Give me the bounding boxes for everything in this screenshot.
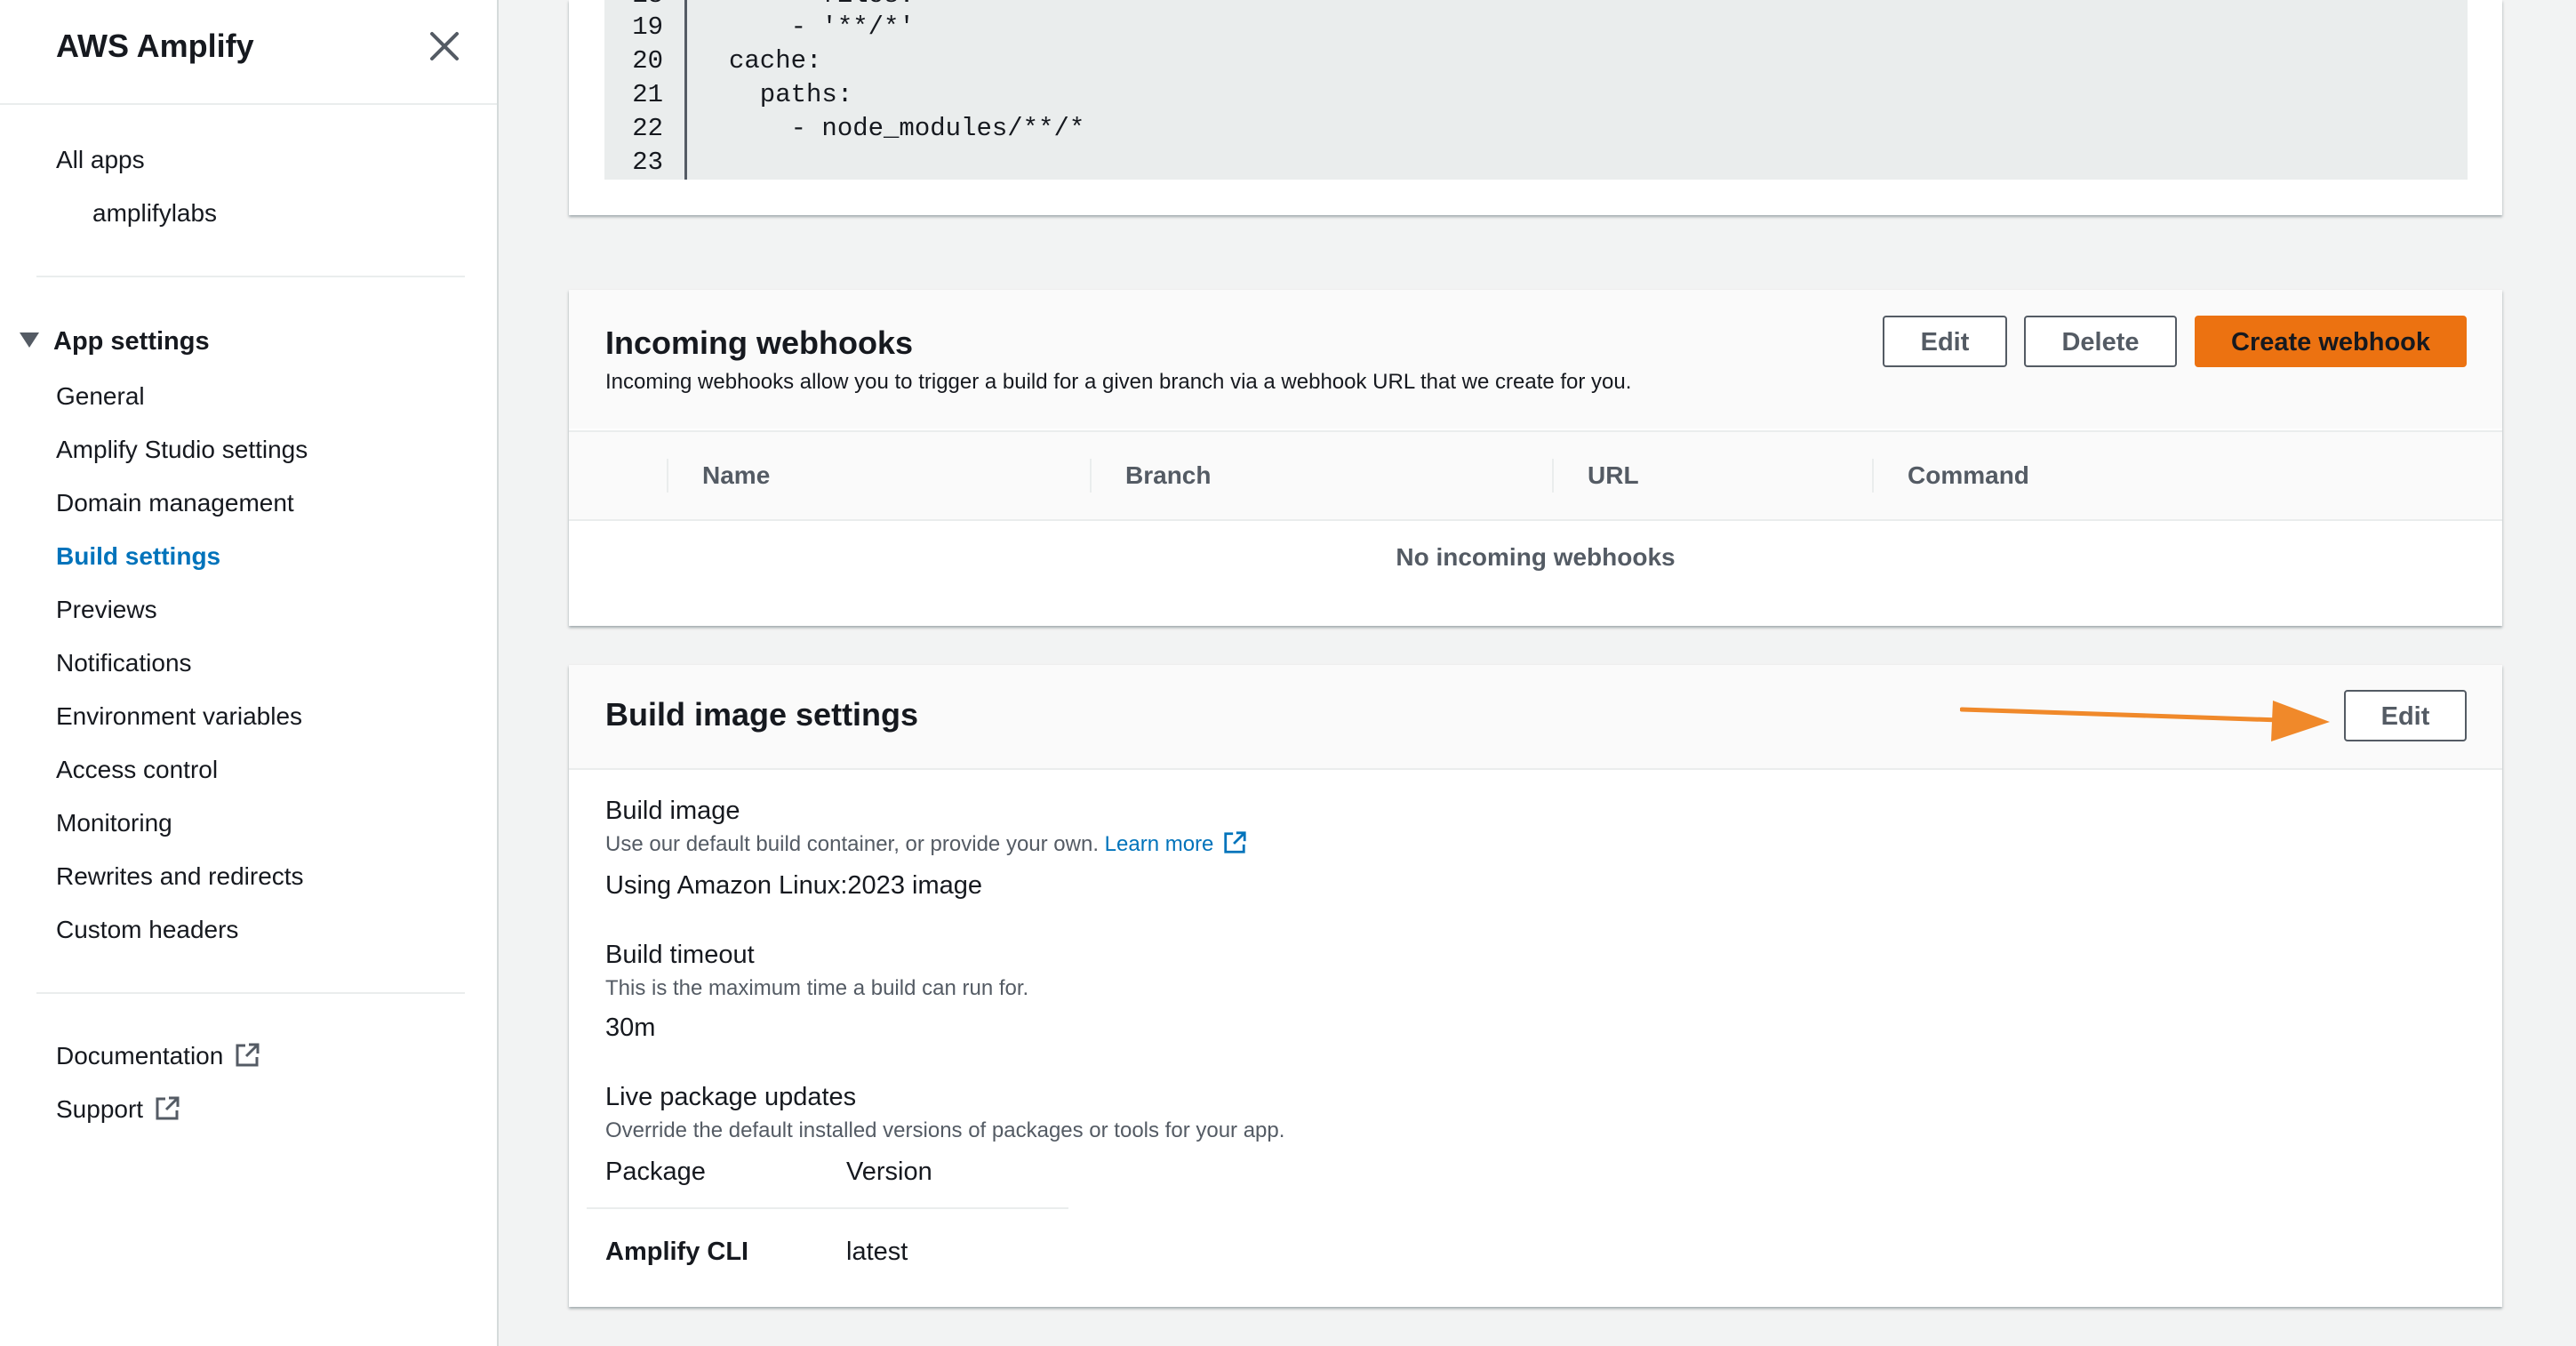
build-image-settings-panel: Build image settings Edit Build image Us… (569, 665, 2502, 1307)
column-header-branch[interactable]: Branch (1125, 432, 1211, 519)
documentation-label: Documentation (56, 1042, 224, 1070)
table-divider (587, 1207, 1068, 1209)
line-number: 20 (632, 46, 663, 76)
caret-down-icon (20, 332, 39, 348)
close-icon[interactable] (423, 25, 466, 68)
package-version: latest (846, 1238, 908, 1266)
external-link-icon (236, 1043, 260, 1067)
line-number: 21 (632, 80, 663, 109)
webhooks-description: Incoming webhooks allow you to trigger a… (605, 370, 1632, 394)
live-package-updates-description: Override the default installed versions … (605, 1118, 1285, 1142)
package-column-header: Package (605, 1158, 706, 1186)
column-divider (1872, 459, 1874, 493)
column-header-command[interactable]: Command (1908, 432, 2029, 519)
sidebar-app-amplifylabs[interactable]: amplifylabs (92, 197, 217, 229)
column-divider (667, 459, 668, 493)
sidebar-divider (36, 276, 465, 277)
column-divider (1090, 459, 1092, 493)
line-number: 23 (632, 148, 663, 177)
sidebar-support-link[interactable]: Support (56, 1094, 180, 1126)
external-link-icon (1224, 831, 1247, 853)
build-timeout-label: Build timeout (605, 941, 755, 969)
sidebar-documentation-link[interactable]: Documentation (56, 1040, 260, 1072)
code-line: files: (729, 0, 914, 10)
sidebar-item-rewrites-and-redirects[interactable]: Rewrites and redirects (56, 861, 304, 893)
webhooks-header: Incoming webhooks Incoming webhooks allo… (569, 290, 2502, 429)
column-header-url[interactable]: URL (1588, 432, 1639, 519)
webhooks-edit-button[interactable]: Edit (1883, 316, 2007, 367)
incoming-webhooks-panel: Incoming webhooks Incoming webhooks allo… (569, 290, 2502, 626)
sidebar-all-apps[interactable]: All apps (56, 144, 145, 176)
sidebar-item-domain-management[interactable]: Domain management (56, 487, 294, 519)
sidebar-item-notifications[interactable]: Notifications (56, 647, 192, 679)
side-navigation: AWS Amplify All apps amplifylabs App set… (0, 0, 499, 1346)
sidebar-item-access-control[interactable]: Access control (56, 754, 218, 786)
webhooks-empty-state: No incoming webhooks (1396, 543, 1676, 571)
build-image-label: Build image (605, 797, 740, 825)
line-number: 18 (632, 0, 663, 10)
sidebar-title: AWS Amplify (56, 28, 254, 64)
external-link-icon (156, 1096, 180, 1120)
create-webhook-button[interactable]: Create webhook (2195, 316, 2467, 367)
sidebar-section-label: App settings (53, 327, 210, 356)
build-image-title: Build image settings (605, 696, 919, 733)
line-number: 22 (632, 114, 663, 143)
live-package-updates-label: Live package updates (605, 1083, 857, 1111)
code-line: cache: (729, 46, 822, 76)
sidebar-item-monitoring[interactable]: Monitoring (56, 807, 172, 839)
code-line: - node_modules/**/* (729, 114, 1085, 143)
line-number-gutter: 18 19 20 21 22 23 (604, 0, 687, 180)
build-spec-panel: 18 19 20 21 22 23 files: - '**/*' cache:… (569, 0, 2502, 215)
build-spec-editor[interactable]: 18 19 20 21 22 23 files: - '**/*' cache:… (604, 0, 2468, 180)
version-column-header: Version (846, 1158, 932, 1186)
sidebar-item-amplify-studio-settings[interactable]: Amplify Studio settings (56, 434, 308, 466)
sidebar-section-app-settings[interactable]: App settings (20, 324, 210, 359)
support-label: Support (56, 1095, 144, 1123)
sidebar-divider (36, 992, 465, 994)
webhooks-title: Incoming webhooks (605, 324, 914, 361)
annotation-arrow-icon (1960, 701, 2330, 741)
learn-more-link[interactable]: Learn more (1104, 831, 1248, 856)
package-name: Amplify CLI (605, 1238, 749, 1266)
code-line: - '**/*' (729, 12, 915, 42)
build-image-desc-text: Use our default build container, or prov… (605, 832, 1099, 856)
build-timeout-description: This is the maximum time a build can run… (605, 976, 1029, 1000)
sidebar-item-general[interactable]: General (56, 381, 145, 413)
column-header-name[interactable]: Name (702, 432, 770, 519)
column-divider (1552, 459, 1554, 493)
sidebar-item-environment-variables[interactable]: Environment variables (56, 701, 302, 733)
webhooks-delete-button[interactable]: Delete (2024, 316, 2177, 367)
sidebar-item-custom-headers[interactable]: Custom headers (56, 914, 238, 946)
learn-more-label: Learn more (1104, 832, 1214, 856)
sidebar-item-previews[interactable]: Previews (56, 594, 157, 626)
build-image-value: Using Amazon Linux:2023 image (605, 871, 982, 900)
webhooks-table-header: Name Branch URL Command (569, 430, 2502, 521)
build-image-description: Use our default build container, or prov… (605, 830, 1247, 859)
build-timeout-value: 30m (605, 1014, 656, 1042)
code-line: paths: (729, 80, 853, 109)
sidebar-item-build-settings[interactable]: Build settings (56, 541, 220, 573)
sidebar-header: AWS Amplify (0, 0, 497, 105)
line-number: 19 (632, 12, 663, 42)
build-image-edit-button[interactable]: Edit (2344, 690, 2467, 741)
